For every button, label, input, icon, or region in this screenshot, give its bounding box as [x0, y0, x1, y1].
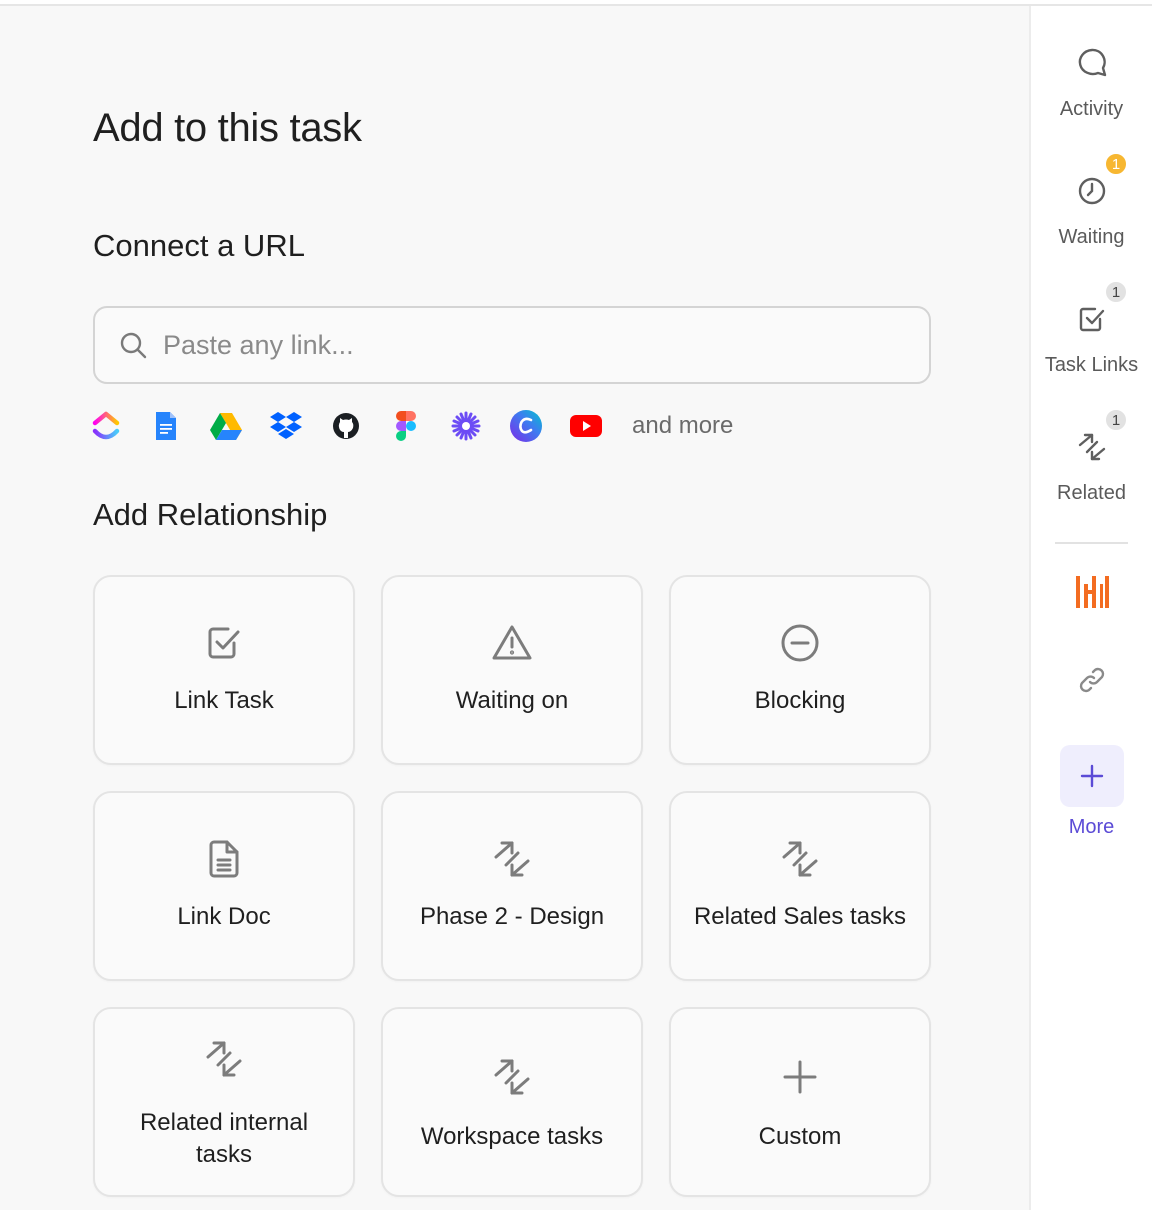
- workspace-tasks-card[interactable]: Workspace tasks: [381, 1007, 643, 1197]
- checkbox-icon: [208, 627, 240, 659]
- sidebar-item-related[interactable]: 1 Related: [1031, 408, 1152, 505]
- related-count-badge: 1: [1104, 408, 1128, 432]
- link-icon[interactable]: [1076, 664, 1108, 696]
- relationship-arrows-icon: [1078, 433, 1105, 461]
- url-input[interactable]: [163, 329, 883, 361]
- relationship-arrows-icon: [494, 1059, 530, 1095]
- chat-bubble-icon: [1078, 48, 1106, 77]
- add-to-task-panel: Add to this task Connect a URL Paste any…: [0, 6, 1029, 1210]
- connect-url-heading: Connect a URL: [93, 228, 305, 263]
- right-sidebar: Activity 1 Waiting 1 Task Links 1 Relate…: [1029, 6, 1152, 1210]
- document-icon: [209, 840, 239, 878]
- dropbox-icon[interactable]: [268, 408, 304, 444]
- sidebar-divider: [1055, 542, 1128, 544]
- sidebar-item-activity[interactable]: Activity: [1031, 46, 1152, 121]
- sidebar-item-task-links[interactable]: 1 Task Links: [1031, 280, 1152, 377]
- card-label: Link Task: [174, 687, 274, 714]
- minus-circle-icon: [781, 624, 819, 662]
- relationship-arrows-icon: [494, 841, 530, 877]
- link-doc-card[interactable]: Link Doc: [93, 791, 355, 981]
- related-internal-tasks-card[interactable]: Related internal tasks: [93, 1007, 355, 1197]
- plus-icon: [1080, 764, 1104, 788]
- card-label: Waiting on: [455, 687, 569, 714]
- card-label: Custom: [758, 1123, 842, 1150]
- card-label: Related Sales tasks: [693, 903, 907, 930]
- card-label: Link Doc: [177, 903, 271, 930]
- warning-icon: [492, 625, 532, 660]
- youtube-icon[interactable]: [568, 408, 604, 444]
- sidebar-item-label: Activity: [1059, 98, 1124, 120]
- waiting-on-card[interactable]: Waiting on: [381, 575, 643, 765]
- link-task-card[interactable]: Link Task: [93, 575, 355, 765]
- github-icon[interactable]: [328, 408, 364, 444]
- relationship-arrows-icon: [206, 1041, 242, 1077]
- more-label[interactable]: More: [1031, 816, 1152, 839]
- add-relationship-heading: Add Relationship: [93, 497, 328, 532]
- sidebar-item-label: Related: [1057, 482, 1126, 504]
- card-label: Related internal tasks: [139, 1109, 309, 1168]
- search-icon: [120, 332, 147, 359]
- related-sales-tasks-card[interactable]: Related Sales tasks: [669, 791, 931, 981]
- custom-relationship-card[interactable]: Custom: [669, 1007, 931, 1197]
- waiting-count-badge: 1: [1104, 152, 1128, 176]
- clock-icon: [1078, 177, 1105, 205]
- sidebar-item-label: Waiting: [1058, 226, 1125, 248]
- checkbox-icon: [1079, 307, 1104, 332]
- relationship-cards: Link Task Waiting on Blocking Link Doc P…: [93, 575, 931, 1197]
- google-drive-icon[interactable]: [208, 408, 244, 444]
- url-search-box[interactable]: [93, 306, 931, 384]
- task-links-count-badge: 1: [1104, 280, 1128, 304]
- blocking-card[interactable]: Blocking: [669, 575, 931, 765]
- canva-icon[interactable]: [508, 408, 544, 444]
- phase-2-design-card[interactable]: Phase 2 - Design: [381, 791, 643, 981]
- sidebar-item-waiting[interactable]: 1 Waiting: [1031, 152, 1152, 249]
- sidebar-item-label: Task Links: [1044, 354, 1139, 376]
- clickup-icon[interactable]: [88, 408, 124, 444]
- harvest-app-icon[interactable]: [1074, 574, 1110, 610]
- card-label: Phase 2 - Design: [419, 903, 605, 930]
- asterisk-app-icon[interactable]: [448, 408, 484, 444]
- page-title: Add to this task: [93, 106, 362, 150]
- relationship-arrows-icon: [782, 841, 818, 877]
- figma-icon[interactable]: [388, 408, 424, 444]
- integration-icons: and more: [88, 404, 733, 448]
- card-label: Workspace tasks: [420, 1123, 604, 1150]
- more-button[interactable]: [1060, 745, 1124, 807]
- plus-icon: [783, 1060, 817, 1094]
- card-label: Blocking: [754, 687, 846, 714]
- and-more-link[interactable]: and more: [632, 412, 733, 440]
- google-docs-icon[interactable]: [148, 408, 184, 444]
